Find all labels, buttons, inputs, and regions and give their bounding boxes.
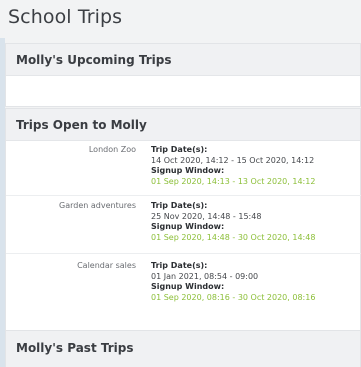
open-trips-header: Trips Open to Molly — [6, 109, 360, 141]
signup-window-dates: 01 Sep 2020, 14:13 - 13 Oct 2020, 14:12 — [151, 176, 316, 186]
trip-name: Calendar sales — [77, 261, 136, 270]
trip-dates: 25 Nov 2020, 14:48 - 15:48 — [151, 211, 262, 221]
trip-dates: 01 Jan 2021, 08:54 - 09:00 — [151, 271, 259, 281]
signup-window-dates: 01 Sep 2020, 14:48 - 30 Oct 2020, 14:48 — [151, 232, 316, 242]
row-divider — [6, 253, 361, 254]
school-trips-page: School Trips Molly's Upcoming Trips Trip… — [0, 0, 361, 367]
signup-window-label: Signup Window: — [151, 282, 225, 291]
trip-details: Trip Date(s): 14 Oct 2020, 14:12 - 15 Oc… — [151, 145, 315, 187]
page-title: School Trips — [8, 6, 123, 28]
signup-window-label: Signup Window: — [151, 166, 225, 175]
trip-date-label: Trip Date(s): — [151, 261, 208, 270]
trip-row: London Zoo Trip Date(s): 14 Oct 2020, 14… — [6, 145, 361, 205]
trip-dates: 14 Oct 2020, 14:12 - 15 Oct 2020, 14:12 — [151, 155, 315, 165]
trip-details: Trip Date(s): 01 Jan 2021, 08:54 - 09:00… — [151, 261, 315, 303]
trip-date-label: Trip Date(s): — [151, 201, 208, 210]
past-trips-panel: Molly's Past Trips — [5, 330, 361, 367]
upcoming-trips-panel: Molly's Upcoming Trips — [5, 43, 361, 107]
trip-name: Garden adventures — [59, 201, 136, 210]
trip-details: Trip Date(s): 25 Nov 2020, 14:48 - 15:48… — [151, 201, 315, 243]
trip-name: London Zoo — [88, 145, 136, 154]
trip-row: Calendar sales Trip Date(s): 01 Jan 2021… — [6, 261, 361, 321]
upcoming-trips-header: Molly's Upcoming Trips — [6, 44, 360, 76]
open-trips-panel: Trips Open to Molly London Zoo Trip Date… — [5, 108, 361, 332]
signup-window-dates: 01 Sep 2020, 08:16 - 30 Oct 2020, 08:16 — [151, 292, 316, 302]
past-trips-header: Molly's Past Trips — [6, 331, 360, 367]
row-divider — [6, 195, 361, 196]
signup-window-label: Signup Window: — [151, 222, 225, 231]
trip-row: Garden adventures Trip Date(s): 25 Nov 2… — [6, 201, 361, 261]
trip-date-label: Trip Date(s): — [151, 145, 208, 154]
